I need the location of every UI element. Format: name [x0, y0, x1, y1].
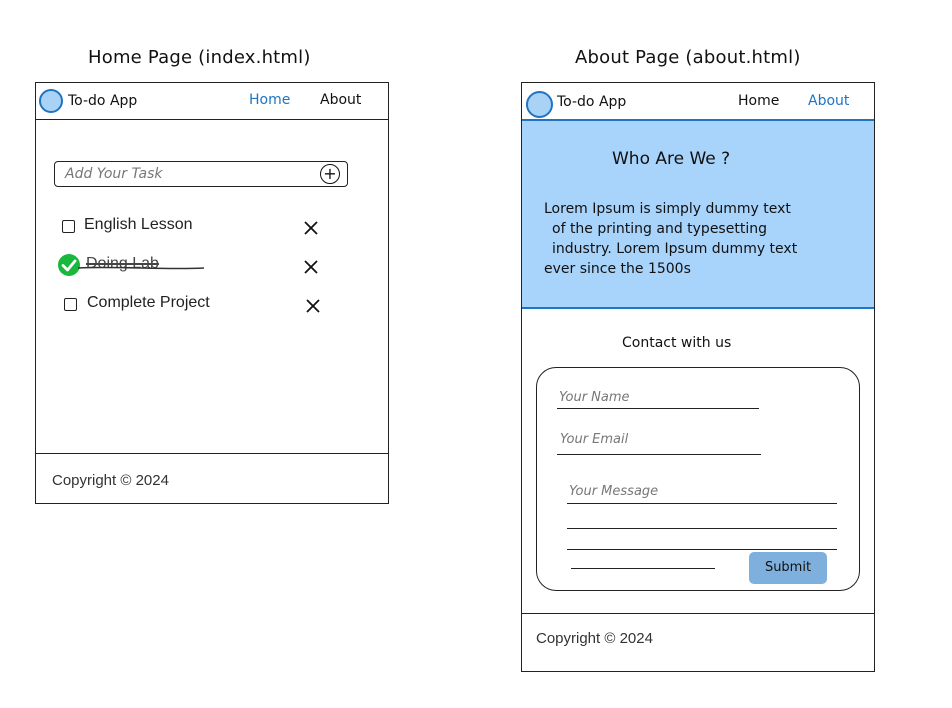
name-field-placeholder: Your Name — [559, 390, 630, 405]
hero-line-4: ever since the 1500s — [544, 261, 691, 277]
logo-icon — [526, 91, 553, 118]
nav-home-link[interactable]: Home — [249, 92, 290, 108]
email-field-placeholder: Your Email — [560, 432, 629, 447]
submit-button[interactable]: Submit — [749, 552, 827, 584]
nav-about-link[interactable]: About — [320, 92, 361, 108]
add-task-placeholder: Add Your Task — [65, 166, 163, 182]
add-task-input[interactable]: Add Your Task + — [54, 161, 348, 187]
delete-x-icon[interactable] — [303, 259, 319, 275]
copyright-text: Copyright © 2024 — [52, 472, 169, 489]
task-checkbox[interactable] — [64, 298, 77, 311]
task-item: Complete Project — [36, 293, 390, 315]
delete-x-icon[interactable] — [303, 220, 319, 236]
delete-x-icon[interactable] — [305, 298, 321, 314]
home-footer: Copyright © 2024 — [36, 453, 388, 504]
home-page-caption: Home Page (index.html) — [88, 47, 311, 68]
task-item-done: Doing Lab — [36, 254, 390, 276]
home-page-frame: To-do App Home About Add Your Task + Eng… — [35, 82, 389, 504]
hero-section: Who Are We ? Lorem Ipsum is simply dummy… — [522, 119, 874, 309]
message-field-line-1[interactable] — [567, 503, 837, 504]
contact-form: Your Name Your Email Your Message Submit — [536, 367, 860, 591]
app-title: To-do App — [68, 93, 138, 109]
hero-title: Who Are We ? — [612, 149, 731, 169]
nav-about-link[interactable]: About — [808, 93, 849, 109]
about-navbar: To-do App Home About — [522, 83, 874, 120]
add-task-plus-icon[interactable]: + — [320, 164, 340, 184]
about-footer: Copyright © 2024 — [522, 613, 874, 672]
email-field[interactable] — [557, 454, 761, 455]
task-checkbox[interactable] — [62, 220, 75, 233]
message-field-line-3[interactable] — [567, 549, 837, 550]
name-field[interactable] — [557, 408, 759, 409]
hero-line-3: industry. Lorem Ipsum dummy text — [552, 241, 798, 257]
task-label: Complete Project — [87, 294, 210, 311]
home-navbar: To-do App Home About — [36, 83, 388, 120]
about-page-frame: To-do App Home About Who Are We ? Lorem … — [521, 82, 875, 672]
hero-line-2: of the printing and typesetting — [552, 221, 767, 237]
copyright-text: Copyright © 2024 — [536, 630, 653, 647]
task-item: English Lesson — [36, 215, 390, 237]
message-field-line-4[interactable] — [571, 568, 715, 569]
about-page-caption: About Page (about.html) — [575, 47, 801, 68]
logo-icon — [39, 89, 63, 113]
message-field-line-2[interactable] — [567, 528, 837, 529]
task-label: English Lesson — [84, 216, 193, 233]
message-field-placeholder: Your Message — [569, 484, 659, 499]
app-title: To-do App — [557, 94, 627, 110]
nav-home-link[interactable]: Home — [738, 93, 779, 109]
strike-scribble — [77, 266, 205, 270]
hero-line-1: Lorem Ipsum is simply dummy text — [544, 201, 791, 217]
contact-title: Contact with us — [622, 335, 732, 351]
